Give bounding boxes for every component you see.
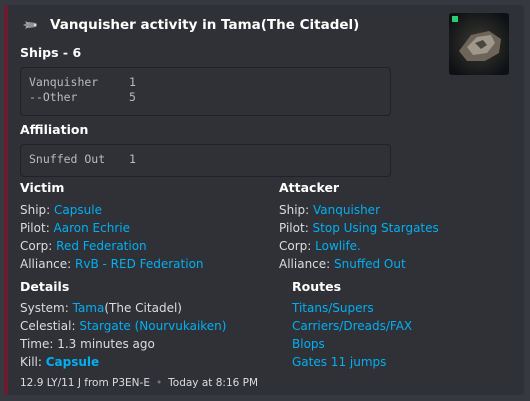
embed-footer: 12.9 LY/11 J from P3EN-E • Today at 8:16… — [20, 377, 258, 389]
time-value: 1.3 minutes ago — [57, 337, 155, 351]
route-link[interactable]: Titans/Supers — [292, 299, 374, 317]
attacker-corp-link[interactable]: Lowlife. — [315, 239, 361, 253]
embed-accent-bar — [4, 5, 8, 395]
details-title: Details — [20, 279, 70, 294]
ships-title: Ships - 6 — [20, 45, 82, 60]
victim-alliance-line: Alliance: RvB - RED Federation — [20, 257, 204, 271]
affiliation-row: Snuffed Out 1 — [29, 152, 382, 167]
route-link[interactable]: Carriers/Dreads/FAX — [292, 317, 412, 335]
victim-pilot-line: Pilot: Aaron Echrie — [20, 221, 130, 235]
ship-count: 5 — [129, 90, 136, 104]
ship-thumbnail[interactable] — [449, 13, 509, 75]
affiliation-title: Affiliation — [20, 122, 89, 137]
footer-separator: • — [155, 377, 163, 389]
details-system-line: System: Tama(The Citadel) — [20, 301, 182, 315]
ships-codeblock: Vanquisher 1 --Other 5 — [20, 67, 391, 116]
details-kill-line: Kill: Capsule — [20, 355, 100, 369]
celestial-link[interactable]: Stargate (Nourvukaiken) — [79, 319, 226, 333]
victim-pilot-link[interactable]: Aaron Echrie — [54, 221, 130, 235]
affiliation-count: 1 — [129, 152, 136, 166]
ship-count: 1 — [129, 75, 136, 89]
victim-corp-line: Corp: Red Federation — [20, 239, 147, 253]
attacker-pilot-link[interactable]: Stop Using Stargates — [313, 221, 439, 235]
system-region: (The Citadel) — [104, 301, 182, 315]
victim-ship-line: Ship: Capsule — [20, 203, 102, 217]
route-link[interactable]: Gates 11 jumps — [292, 353, 386, 371]
attacker-ship-link[interactable]: Vanquisher — [313, 203, 380, 217]
system-link[interactable]: Tama — [73, 301, 105, 315]
footer-distance: 12.9 LY/11 J from P3EN-E — [20, 377, 150, 389]
victim-title: Victim — [20, 180, 65, 195]
route-link[interactable]: Blops — [292, 335, 325, 353]
footer-timestamp: Today at 8:16 PM — [168, 377, 259, 389]
embed-author-name[interactable]: Vanquisher activity in Tama(The Citadel) — [50, 17, 359, 33]
ships-row: --Other 5 — [29, 90, 382, 105]
attacker-alliance-line: Alliance: Snuffed Out — [279, 257, 406, 271]
affiliation-codeblock: Snuffed Out 1 — [20, 144, 391, 177]
routes-title: Routes — [292, 279, 342, 294]
details-time-line: Time: 1.3 minutes ago — [20, 337, 155, 351]
attacker-alliance-link[interactable]: Snuffed Out — [334, 257, 406, 271]
ship-name: --Other — [29, 90, 78, 104]
attacker-corp-line: Corp: Lowlife. — [279, 239, 361, 253]
victim-ship-link[interactable]: Capsule — [54, 203, 102, 217]
attacker-pilot-line: Pilot: Stop Using Stargates — [279, 221, 439, 235]
attacker-title: Attacker — [279, 180, 340, 195]
attacker-ship-line: Ship: Vanquisher — [279, 203, 380, 217]
ship-thumbnail-icon — [449, 13, 509, 75]
embed-author: Vanquisher activity in Tama(The Citadel) — [20, 15, 359, 35]
affiliation-name: Snuffed Out — [29, 152, 106, 166]
ship-icon — [23, 21, 37, 29]
kill-embed: Vanquisher activity in Tama(The Citadel)… — [4, 5, 524, 395]
victim-alliance-link[interactable]: RvB - RED Federation — [75, 257, 204, 271]
details-celestial-line: Celestial: Stargate (Nourvukaiken) — [20, 319, 227, 333]
kill-link[interactable]: Capsule — [46, 355, 99, 369]
ship-name: Vanquisher — [29, 75, 99, 89]
ships-row: Vanquisher 1 — [29, 75, 382, 90]
victim-corp-link[interactable]: Red Federation — [56, 239, 147, 253]
